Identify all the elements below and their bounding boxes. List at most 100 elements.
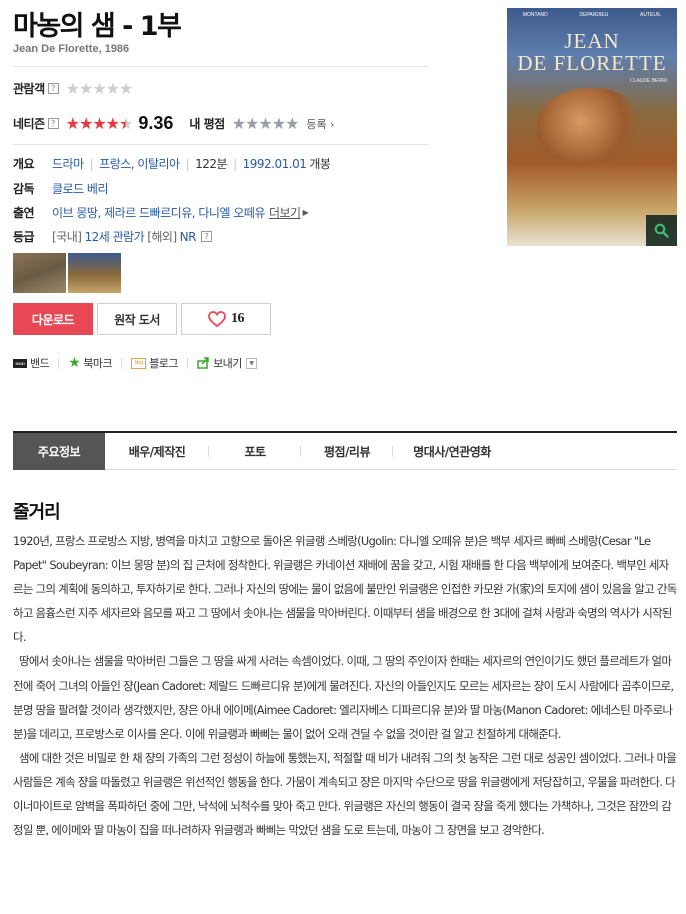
tab-cast-crew[interactable]: 배우/제작진 [105,433,209,470]
star-icon[interactable]: ★ [232,115,246,132]
netizen-score: 9.36 [138,113,174,133]
director-link[interactable]: 클로드 베리 [52,180,109,197]
star-icon: ★ [68,355,81,371]
country-link[interactable]: 프랑스, 이탈리아 [99,155,180,172]
separator: | [233,156,237,171]
poster-title-line: DE FLORETTE [517,51,667,75]
heart-icon [208,311,226,327]
movie-poster[interactable]: MONTAND DEPARDIEU AUTEUIL JEAN DE FLORET… [507,8,677,246]
tab-label: 포토 [244,445,266,459]
poster-actor: AUTEUIL [640,12,662,18]
tab-quotes-related[interactable]: 명대사/연관영화 [393,433,511,470]
story-heading: 줄거리 [13,502,61,523]
bookmark-share[interactable]: ★ 북마크 [68,355,112,371]
separator: | [185,156,190,171]
original-book-button[interactable]: 원작 도서 [97,303,177,335]
send-share[interactable]: 보내기 ▼ [197,355,257,371]
release-date-link[interactable]: 1992.01.01 [243,157,307,171]
band-share[interactable]: BAND 밴드 [13,355,50,371]
chevron-down-icon[interactable]: ▼ [245,357,257,369]
star-icon: ★ [65,113,80,133]
still-thumbnail[interactable] [13,253,66,293]
more-cast-link[interactable]: 더보기 [269,204,301,221]
star-icon: ★ [119,78,133,98]
star-icon: ★ [92,78,106,98]
share-bar: BAND 밴드 ★ 북마크 blog 블로그 보내기 ▼ [13,355,257,371]
tab-label: 명대사/연관영화 [413,445,491,459]
divider [13,144,428,145]
star-icon[interactable]: ★ [285,115,299,132]
genre-link[interactable]: 드라마 [52,155,84,172]
like-count: 16 [231,311,245,326]
story-paragraph: 샘에 대한 것은 비밀로 한 채 쟝의 가족의 그런 정성이 하늘에 통했는지,… [13,750,677,838]
search-icon [654,223,669,238]
original-title: Jean De Florette, 1986 [13,43,130,55]
star-icon: ★ [92,113,106,133]
share-icon [197,357,209,369]
director-label: 감독 [13,182,35,196]
poster-title: JEAN DE FLORETTE [507,30,677,74]
overview-label: 개요 [13,157,35,171]
half-star-icon: ★ [119,113,133,133]
star-icon[interactable]: ★ [258,115,272,132]
poster-actors: MONTAND DEPARDIEU AUTEUIL [507,12,677,18]
story-paragraph: 1920년, 프랑스 프로방스 지방, 병역을 마치고 고향으로 돌아온 위글랭… [13,534,677,645]
zoom-button[interactable] [646,215,677,246]
tab-reviews[interactable]: 평점/리뷰 [301,433,393,470]
tab-main-info[interactable]: 주요정보 [13,433,105,470]
star-icon: ★ [105,113,120,133]
star-icon: ★ [78,78,93,98]
help-icon[interactable]: ? [47,118,59,129]
caret-right-icon: ▶ [302,208,309,217]
star-icon[interactable]: ★ [272,115,286,132]
tab-label: 주요정보 [37,445,81,459]
download-button[interactable]: 다운로드 [13,303,93,335]
star-icon: ★ [78,113,93,133]
movie-title: 마농의 샘 - 1부 [13,11,182,42]
netizen-label: 네티즌 [13,117,45,131]
like-button[interactable]: 16 [181,303,271,335]
blog-label: 블로그 [149,357,179,370]
audience-label: 관람객 [13,82,45,96]
divider [121,357,123,369]
tab-photo[interactable]: 포토 [209,433,301,470]
tab-label: 배우/제작진 [128,445,186,459]
help-icon[interactable]: ? [200,231,212,242]
band-label: 밴드 [30,357,50,370]
audience-rating-row: 관람객 ? ★ ★ ★ ★ ★ [13,78,133,98]
help-icon[interactable]: ? [47,83,59,94]
band-icon: BAND [13,358,27,368]
chevron-right-icon: › [330,117,335,131]
register-rating-link[interactable]: 등록 › [306,116,334,132]
divider [187,357,189,369]
director-row: 감독 클로드 베리 [13,180,109,197]
overseas-tag: [해외] [147,230,177,244]
runtime: 122분 [195,157,228,171]
netizen-rating-row: 네티즌 ? ★ ★ ★ ★ ★ 9.36 내 평점 ★ ★ ★ ★ ★ 등록 › [13,113,335,134]
poster-title-line: JEAN [564,29,620,53]
my-rating-label: 내 평점 [189,117,225,131]
poster-director: CLAUDE BERRI [630,78,667,84]
send-label: 보내기 [213,357,242,370]
poster-thumbnail[interactable] [68,253,121,293]
domestic-grade-link[interactable]: 12세 관람가 [84,228,144,245]
grade-row: 등급 [국내] 12세 관람가 [해외] NR ? [13,228,212,245]
blog-icon: blog [131,357,147,369]
cast-label: 출연 [13,206,35,220]
overview-row: 개요 드라마 | 프랑스, 이탈리아 | 122분 | 1992.01.01 개… [13,155,331,172]
poster-artwork [537,88,647,163]
cast-links[interactable]: 이브 몽땅, 제라르 드빠르디유, 다니엘 오떼유 [52,204,265,221]
netizen-stars: ★ ★ ★ ★ ★ [65,113,134,133]
cast-row: 출연 이브 몽땅, 제라르 드빠르디유, 다니엘 오떼유 더보기 ▶ [13,204,309,221]
separator: | [89,156,94,171]
my-rating-stars[interactable]: ★ ★ ★ ★ ★ [232,115,300,132]
story-paragraph: 땅에서 솟아나는 샘물을 막아버린 그들은 그 땅을 싸게 사려는 속셈이었다.… [13,654,674,741]
grade-label: 등급 [13,230,35,244]
star-icon: ★ [65,78,80,98]
poster-actor: MONTAND [522,12,548,18]
release-suffix: 개봉 [309,157,331,171]
star-icon: ★ [105,78,120,98]
overseas-grade-link[interactable]: NR [180,230,197,244]
star-icon[interactable]: ★ [245,115,259,132]
blog-share[interactable]: blog 블로그 [131,355,179,371]
